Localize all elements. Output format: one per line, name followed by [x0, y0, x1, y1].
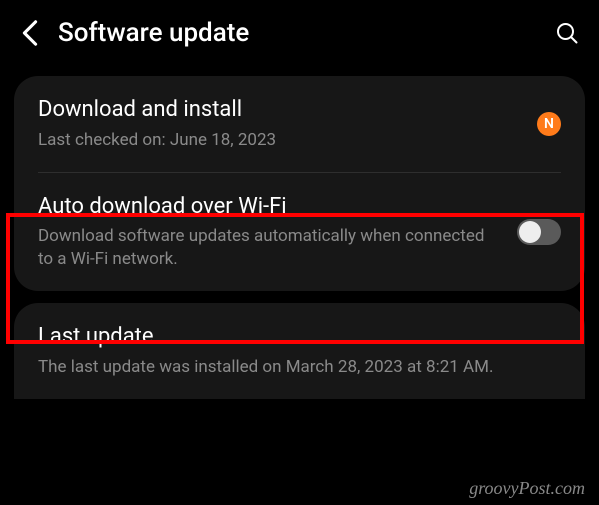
item-title: Download and install	[38, 96, 521, 125]
search-icon	[555, 21, 579, 45]
chevron-left-icon	[20, 19, 40, 47]
last-update-item[interactable]: Last update The last update was installe…	[14, 303, 585, 399]
back-button[interactable]	[20, 19, 40, 47]
auto-download-wifi-item[interactable]: Auto download over Wi-Fi Download softwa…	[14, 173, 585, 291]
page-title: Software update	[58, 18, 555, 48]
item-text: Download and install Last checked on: Ju…	[38, 96, 521, 152]
download-and-install-item[interactable]: Download and install Last checked on: Ju…	[14, 76, 585, 172]
item-subtitle: Download software updates automatically …	[38, 225, 501, 271]
item-text: Last update The last update was installe…	[38, 323, 561, 379]
watermark: groovyPost.com	[469, 478, 585, 499]
item-subtitle: Last checked on: June 18, 2023	[38, 129, 521, 152]
auto-download-toggle[interactable]	[517, 219, 561, 245]
search-button[interactable]	[555, 21, 579, 45]
item-title: Last update	[38, 323, 561, 352]
item-subtitle: The last update was installed on March 2…	[38, 356, 561, 379]
item-title: Auto download over Wi-Fi	[38, 193, 501, 222]
item-text: Auto download over Wi-Fi Download softwa…	[38, 193, 501, 271]
header: Software update	[0, 0, 599, 64]
toggle-knob	[519, 221, 541, 243]
notification-badge: N	[537, 112, 561, 136]
last-update-card: Last update The last update was installe…	[14, 303, 585, 399]
settings-card: Download and install Last checked on: Ju…	[14, 76, 585, 291]
